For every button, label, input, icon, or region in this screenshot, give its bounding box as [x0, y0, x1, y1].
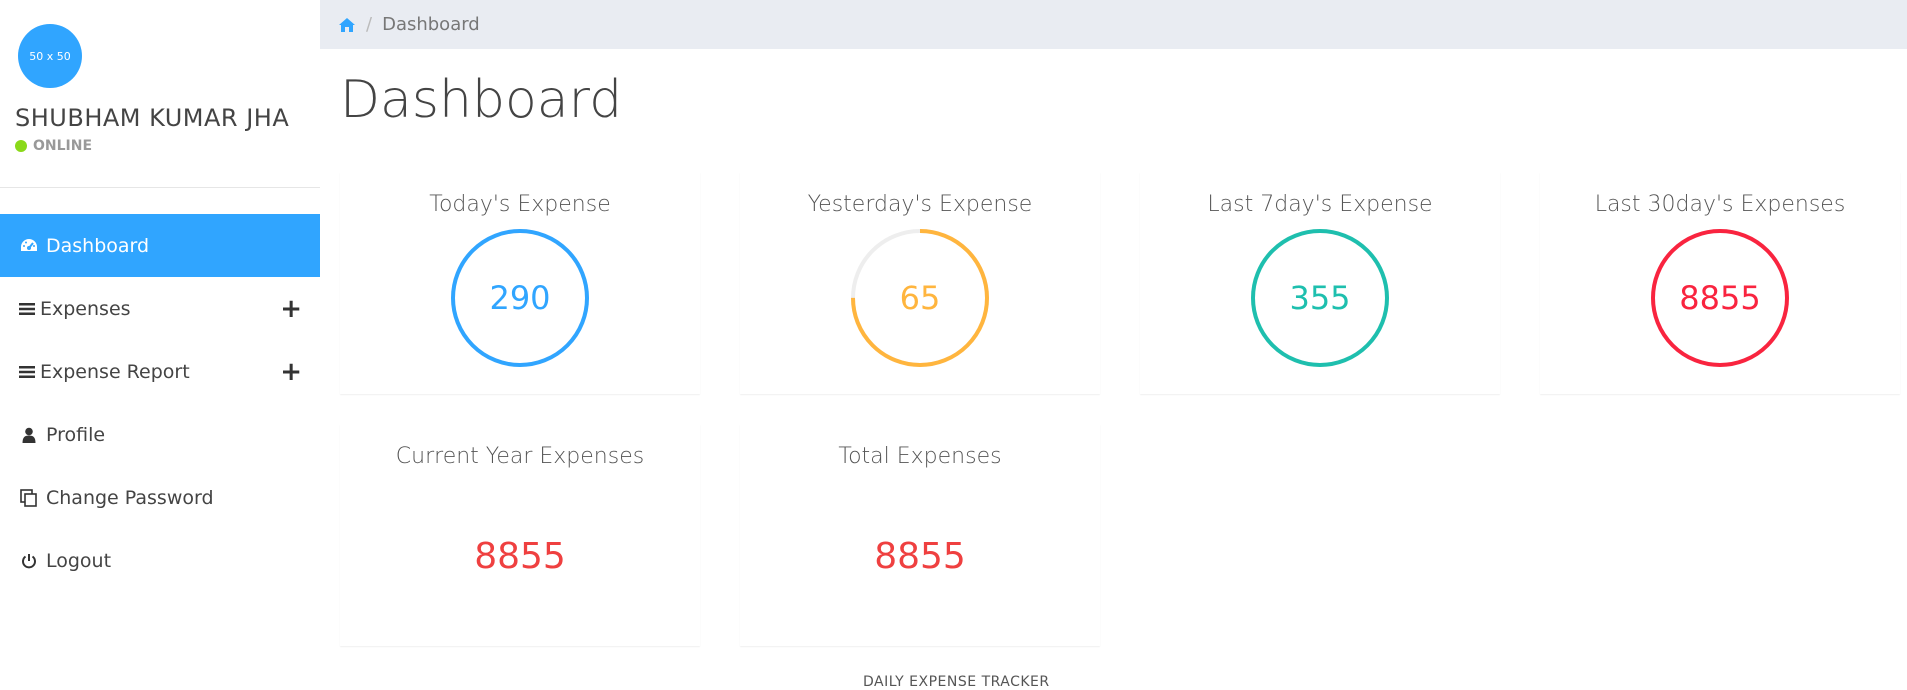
card-title: Current Year Expenses [395, 444, 645, 469]
sidebar-item-logout[interactable]: Logout [0, 529, 320, 592]
sidebar-item-dashboard[interactable]: Dashboard [0, 214, 320, 277]
user-icon [18, 424, 40, 446]
card-title: Total Expenses [838, 444, 1002, 469]
card-value: 8855 [474, 536, 566, 577]
card-title: Last 30day's Expenses [1594, 192, 1846, 217]
breadcrumb-separator: / [366, 14, 373, 35]
page-title: Dashboard [340, 70, 623, 130]
card-value: 8855 [1679, 279, 1761, 317]
dashboard-icon [18, 235, 40, 257]
list-icon [18, 361, 36, 383]
sidebar-item-label: Profile [46, 423, 106, 446]
sidebar-item-expenses[interactable]: Expenses + [0, 277, 320, 340]
expand-plus-icon[interactable]: + [280, 357, 302, 387]
expand-plus-icon[interactable]: + [280, 294, 302, 324]
user-status: ONLINE [15, 138, 92, 154]
card-last7-expense: Last 7day's Expense 355 [1140, 172, 1500, 394]
card-value: 355 [1289, 279, 1351, 317]
list-icon [18, 298, 36, 320]
card-title: Yesterday's Expense [807, 192, 1033, 217]
sidebar-item-label: Logout [46, 549, 112, 572]
sidebar-item-label: Expense Report [40, 360, 190, 383]
online-dot-icon [15, 140, 27, 152]
card-yesterday-expense: Yesterday's Expense 65 [740, 172, 1100, 394]
sidebar-menu: Dashboard Expenses + Expense Report + Pr… [0, 214, 320, 592]
card-last30-expense: Last 30day's Expenses 8855 [1540, 172, 1900, 394]
card-value: 65 [899, 279, 941, 317]
sidebar-item-label: Change Password [46, 486, 214, 509]
card-total-expenses: Total Expenses 8855 [740, 424, 1100, 646]
breadcrumb: / Dashboard [320, 0, 1907, 49]
avatar: 50 x 50 [18, 24, 82, 88]
status-label: ONLINE [33, 138, 93, 154]
breadcrumb-current: Dashboard [382, 14, 480, 35]
sidebar-item-change-password[interactable]: Change Password [0, 466, 320, 529]
home-icon[interactable] [338, 16, 356, 34]
sidebar-item-label: Dashboard [46, 234, 150, 257]
card-title: Today's Expense [429, 192, 611, 217]
sidebar-item-profile[interactable]: Profile [0, 403, 320, 466]
user-name: SHUBHAM KUMAR JHA [15, 104, 290, 132]
card-title: Last 7day's Expense [1207, 192, 1433, 217]
power-icon [18, 550, 40, 572]
card-today-expense: Today's Expense 290 [340, 172, 700, 394]
sidebar-item-expense-report[interactable]: Expense Report + [0, 340, 320, 403]
card-value: 290 [489, 279, 551, 317]
sidebar-divider [0, 187, 320, 188]
copy-icon [18, 487, 40, 509]
card-current-year-expenses: Current Year Expenses 8855 [340, 424, 700, 646]
footer-text: DAILY EXPENSE TRACKER [863, 674, 1050, 690]
card-value: 8855 [874, 536, 966, 577]
sidebar-item-label: Expenses [40, 297, 131, 320]
sidebar: 50 x 50 SHUBHAM KUMAR JHA ONLINE Dashboa… [0, 0, 320, 689]
